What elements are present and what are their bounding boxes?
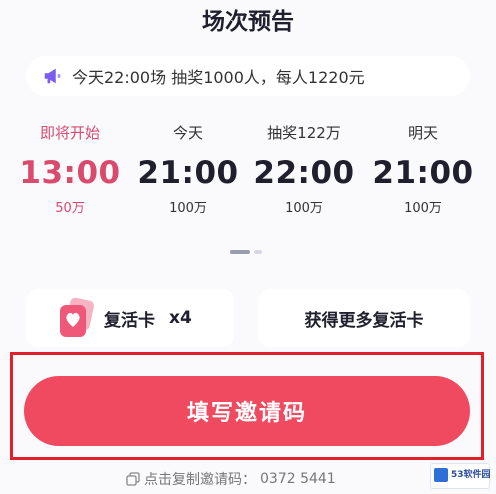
schedule-amount: 100万 bbox=[285, 201, 323, 216]
schedule-label: 即将开始 bbox=[39, 124, 100, 142]
watermark-logo-icon bbox=[434, 468, 448, 482]
schedule-label: 今天 bbox=[172, 124, 203, 142]
schedule-label: 抽奖122万 bbox=[267, 124, 341, 142]
schedule-amount: 100万 bbox=[404, 201, 442, 216]
schedule-time: 21:00 bbox=[137, 155, 239, 191]
announcement-bar: 今天22:00场 抽奖1000人，每人1220元 bbox=[26, 56, 470, 96]
enter-invite-code-button[interactable]: 填写邀请码 bbox=[24, 376, 470, 446]
copy-icon bbox=[126, 472, 140, 486]
schedule-amount: 100万 bbox=[169, 201, 207, 216]
get-more-revive-button[interactable]: 获得更多复活卡 bbox=[258, 289, 470, 347]
watermark-text: 53软件园 bbox=[451, 470, 491, 480]
schedule-list: 即将开始 13:00 50万 今天 21:00 100万 抽奖122万 22:0… bbox=[0, 122, 496, 228]
schedule-time: 13:00 bbox=[19, 155, 121, 191]
copy-hint-label: 点击复制邀请码： bbox=[144, 472, 256, 488]
schedule-item[interactable]: 即将开始 13:00 50万 bbox=[10, 122, 130, 217]
schedule-amount: 50万 bbox=[55, 201, 85, 216]
schedule-item[interactable]: 明天 21:00 100万 bbox=[363, 122, 483, 217]
schedule-label: 明天 bbox=[407, 124, 438, 142]
page-dot bbox=[254, 250, 262, 254]
page-title: 场次预告 bbox=[202, 9, 294, 35]
watermark: 53软件园 bbox=[430, 463, 491, 489]
schedule-item[interactable]: 抽奖122万 22:00 100万 bbox=[244, 122, 364, 217]
page-indicator bbox=[226, 250, 270, 254]
page-dot-active bbox=[230, 250, 250, 254]
invite-code: 0372 5441 bbox=[260, 471, 336, 487]
schedule-time: 22:00 bbox=[253, 155, 355, 191]
announcement-text: 今天22:00场 抽奖1000人，每人1220元 bbox=[72, 68, 365, 87]
revive-card: 复活卡 x4 bbox=[26, 289, 234, 347]
revive-count: x4 bbox=[169, 308, 192, 328]
megaphone-icon bbox=[44, 68, 61, 84]
heart-card-icon bbox=[60, 297, 94, 337]
schedule-time: 21:00 bbox=[372, 155, 474, 191]
copy-invite-code[interactable]: 点击复制邀请码： 0372 5441 bbox=[126, 468, 336, 490]
schedule-item[interactable]: 今天 21:00 100万 bbox=[128, 122, 248, 217]
revive-label: 复活卡 bbox=[104, 310, 155, 331]
